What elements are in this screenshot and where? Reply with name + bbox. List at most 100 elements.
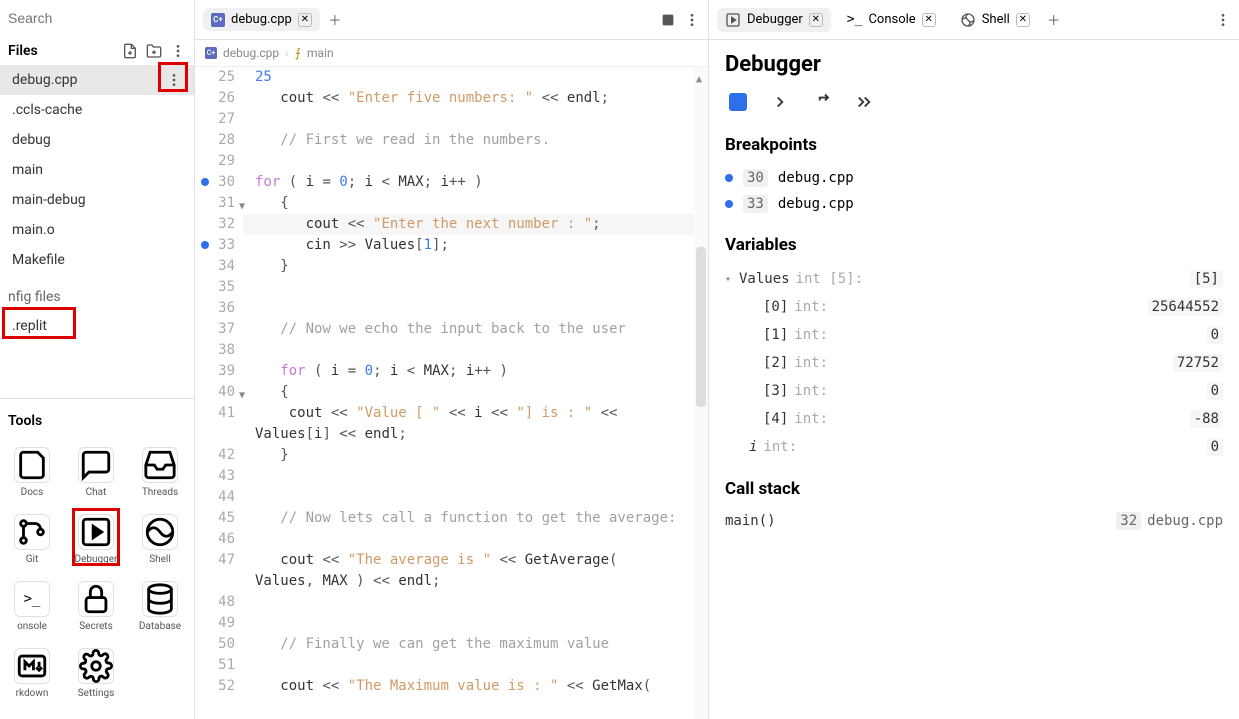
gutter-line[interactable]: 43 — [195, 466, 235, 487]
tool-docs[interactable]: Docs — [0, 439, 64, 506]
gutter-line[interactable]: 31▼ — [195, 193, 235, 214]
code-line[interactable]: // Now lets call a function to get the a… — [243, 508, 694, 529]
tool-secrets[interactable]: Secrets — [64, 573, 128, 640]
code-line[interactable] — [243, 529, 694, 550]
gutter-line[interactable]: 44 — [195, 487, 235, 508]
tool-settings[interactable]: Settings — [64, 640, 128, 707]
code-editor[interactable]: 25262728293031▼323334353637383940▼414243… — [195, 67, 708, 719]
variable-row-i[interactable]: iint:0 — [721, 433, 1227, 461]
variable-row[interactable]: [4]int:-88 — [721, 405, 1227, 433]
code-line[interactable]: Values[i] << endl; — [243, 424, 694, 445]
new-folder-icon[interactable] — [146, 43, 162, 59]
file-item-main[interactable]: main — [0, 155, 194, 185]
layout-icon[interactable] — [660, 12, 676, 28]
gutter-line[interactable]: 33 — [195, 235, 235, 256]
code-line[interactable]: Values, MAX ) << endl; — [243, 571, 694, 592]
tool-database[interactable]: Database — [128, 573, 192, 640]
code-line[interactable]: // First we read in the numbers. — [243, 130, 694, 151]
file-item--ccls-cache[interactable]: .ccls-cache — [0, 95, 194, 125]
editor-tab-debug-cpp[interactable]: C+ debug.cpp ✕ — [203, 8, 320, 31]
breadcrumb[interactable]: C+ debug.cpp › ⨍ main — [195, 40, 708, 67]
code-line[interactable] — [243, 151, 694, 172]
fold-icon[interactable]: ▼ — [239, 196, 245, 217]
tool-debugger[interactable]: Debugger — [64, 506, 128, 573]
gutter-line[interactable]: 45 — [195, 508, 235, 529]
gutter-line[interactable]: 52 — [195, 676, 235, 697]
code-line[interactable] — [243, 277, 694, 298]
variable-row[interactable]: [2]int:72752 — [721, 349, 1227, 377]
code-line[interactable] — [243, 340, 694, 361]
step-over-button[interactable] — [771, 93, 789, 111]
code-line[interactable]: for ( i = 0; i < MAX; i++ ) — [243, 172, 694, 193]
scroll-up-arrow[interactable]: ▲ — [696, 69, 702, 90]
stop-button[interactable] — [729, 93, 747, 111]
gutter-line[interactable]: 37 — [195, 319, 235, 340]
code-line[interactable] — [243, 298, 694, 319]
gutter-line[interactable]: 30 — [195, 172, 235, 193]
code-line[interactable]: cout << "Value [ " << i << "] is : " << — [243, 403, 694, 424]
tab-debugger[interactable]: Debugger ✕ — [717, 8, 831, 32]
gutter-line[interactable]: 38 — [195, 340, 235, 361]
code-line[interactable]: // Now we echo the input back to the use… — [243, 319, 694, 340]
chevron-down-icon[interactable]: ▾ — [725, 274, 739, 285]
code-line[interactable] — [243, 466, 694, 487]
code-line[interactable]: cout << "Enter five numbers: " << endl; — [243, 88, 694, 109]
code-line[interactable] — [243, 613, 694, 634]
scrollbar-thumb[interactable] — [696, 247, 706, 407]
gutter-line[interactable]: 28 — [195, 130, 235, 151]
gutter-line[interactable] — [195, 424, 235, 445]
code-line[interactable] — [243, 655, 694, 676]
code-line[interactable]: { — [243, 382, 694, 403]
tab-shell[interactable]: Shell ✕ — [952, 8, 1038, 32]
more-vertical-icon[interactable] — [166, 72, 182, 88]
tool-rkdown[interactable]: rkdown — [0, 640, 64, 707]
gutter-line[interactable]: 39 — [195, 361, 235, 382]
code-line[interactable] — [243, 487, 694, 508]
code-line[interactable]: cin >> Values[1]; — [243, 235, 694, 256]
config-file--replit[interactable]: .replit — [0, 311, 194, 341]
more-vertical-icon[interactable] — [684, 12, 700, 28]
close-icon[interactable]: ✕ — [809, 13, 823, 27]
search-input[interactable] — [8, 10, 186, 26]
code-line[interactable] — [243, 109, 694, 130]
more-vertical-icon[interactable] — [1215, 12, 1231, 28]
gutter-line[interactable] — [195, 571, 235, 592]
gutter-line[interactable]: 41 — [195, 403, 235, 424]
breakpoint-item[interactable]: 33debug.cpp — [725, 191, 1223, 217]
variable-row[interactable]: [1]int:0 — [721, 321, 1227, 349]
code-line[interactable]: 25 — [243, 67, 694, 88]
code-line[interactable]: // Finally we can get the maximum value — [243, 634, 694, 655]
variable-row[interactable]: [3]int:0 — [721, 377, 1227, 405]
file-item-Makefile[interactable]: Makefile — [0, 245, 194, 275]
file-item-main-o[interactable]: main.o — [0, 215, 194, 245]
file-item-main-debug[interactable]: main-debug — [0, 185, 194, 215]
callstack-row[interactable]: main()32debug.cpp — [725, 509, 1223, 533]
gutter-line[interactable]: 36 — [195, 298, 235, 319]
code-line[interactable]: { — [243, 193, 694, 214]
tool-git[interactable]: Git — [0, 506, 64, 573]
code-line[interactable]: } — [243, 256, 694, 277]
gutter-line[interactable]: 49 — [195, 613, 235, 634]
more-vertical-icon[interactable] — [170, 43, 186, 59]
gutter-line[interactable]: 51 — [195, 655, 235, 676]
code-line[interactable]: cout << "The average is " << GetAverage( — [243, 550, 694, 571]
gutter-line[interactable]: 50 — [195, 634, 235, 655]
gutter-line[interactable]: 34 — [195, 256, 235, 277]
tab-console[interactable]: >_ Console ✕ — [839, 8, 944, 31]
file-item-debug[interactable]: debug — [0, 125, 194, 155]
tool-chat[interactable]: Chat — [64, 439, 128, 506]
gutter-line[interactable]: 40▼ — [195, 382, 235, 403]
code-line[interactable]: cout << "The Maximum value is : " << Get… — [243, 676, 694, 697]
file-item-debug-cpp[interactable]: debug.cpp — [0, 65, 194, 95]
tool-shell[interactable]: Shell — [128, 506, 192, 573]
new-tab-icon[interactable]: ＋ — [1046, 12, 1062, 28]
gutter-line[interactable]: 35 — [195, 277, 235, 298]
variable-row[interactable]: [0]int:25644552 — [721, 293, 1227, 321]
gutter[interactable]: 25262728293031▼323334353637383940▼414243… — [195, 67, 243, 719]
breakpoint-dot[interactable] — [201, 241, 209, 249]
new-tab-icon[interactable]: ＋ — [328, 12, 342, 28]
close-icon[interactable]: ✕ — [1016, 13, 1030, 27]
gutter-line[interactable]: 47 — [195, 550, 235, 571]
code-line[interactable]: for ( i = 0; i < MAX; i++ ) — [243, 361, 694, 382]
gutter-line[interactable]: 25 — [195, 67, 235, 88]
